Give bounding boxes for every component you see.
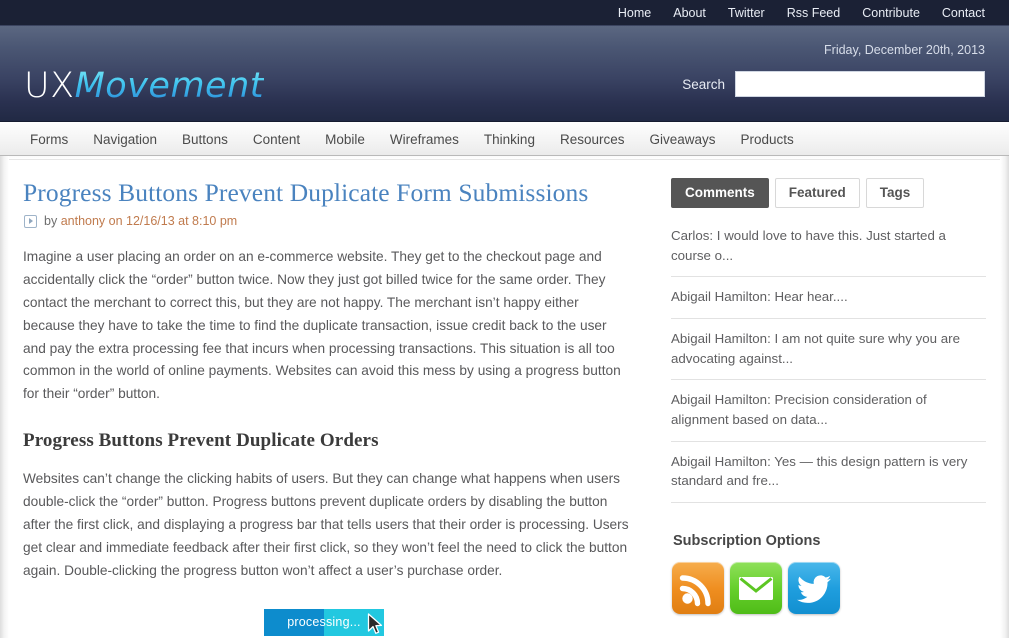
sidebar-tabs: Comments Featured Tags [671,178,986,208]
page-edge-left [0,156,9,638]
nav-divider [0,156,1009,160]
site-logo[interactable]: UXMovement [24,68,264,104]
comment-list: Carlos: I would love to have this. Just … [671,222,986,504]
top-nav-link-contact[interactable]: Contact [942,0,985,26]
catnav-item-products[interactable]: Products [741,132,794,147]
logo-text-ux: UX [24,66,75,106]
catnav-item-giveaways[interactable]: Giveaways [649,132,715,147]
search-input[interactable] [735,71,985,97]
list-item[interactable]: Abigail Hamilton: Yes — this design patt… [671,442,986,504]
subscription-options-title: Subscription Options [673,533,821,550]
byline-text: by anthony on 12/16/13 at 8:10 pm [44,214,237,228]
top-nav-link-about[interactable]: About [673,0,706,26]
top-nav-link-contribute[interactable]: Contribute [862,0,920,26]
category-nav: Forms Navigation Buttons Content Mobile … [0,122,1009,156]
catnav-item-buttons[interactable]: Buttons [182,132,228,147]
page-root: Home About Twitter Rss Feed Contribute C… [0,0,1009,638]
byline-prefix: by [44,214,61,229]
top-nav: Home About Twitter Rss Feed Contribute C… [618,0,985,26]
email-icon[interactable] [730,562,782,615]
byline-author-date: anthony on 12/16/13 at 8:10 pm [60,214,238,229]
list-item[interactable]: Carlos: I would love to have this. Just … [671,222,986,278]
top-nav-link-twitter[interactable]: Twitter [728,0,765,26]
sidebar: Comments Featured Tags Carlos: I would l… [671,178,986,615]
list-item[interactable]: Abigail Hamilton: Precision consideratio… [671,380,986,442]
list-item[interactable]: Abigail Hamilton: Hear hear.... [671,277,986,320]
subscription-icons [672,562,986,615]
article-paragraph-1: Imagine a user placing an order on an e-… [23,249,621,402]
article-column: Progress Buttons Prevent Duplicate Form … [23,178,633,638]
list-item[interactable]: Abigail Hamilton: I am not quite sure wh… [671,319,986,381]
logo-text-movement: Movement [74,66,264,106]
tab-comments[interactable]: Comments [671,178,769,208]
catnav-item-mobile[interactable]: Mobile [325,132,365,147]
twitter-icon[interactable] [788,562,840,615]
progress-button-label: processing... [287,615,361,630]
tab-tags[interactable]: Tags [865,178,925,208]
search-area: Search [682,71,985,97]
rss-icon[interactable] [672,562,724,615]
catnav-item-navigation[interactable]: Navigation [93,132,157,147]
top-nav-link-rss-feed[interactable]: Rss Feed [787,0,841,26]
catnav-item-wireframes[interactable]: Wireframes [390,132,459,147]
page-edge-right [1000,156,1009,638]
category-nav-list: Forms Navigation Buttons Content Mobile … [30,122,794,156]
article-paragraph-2: Websites can’t change the clicking habit… [23,471,629,578]
site-masthead: UXMovement Friday, December 20th, 2013 S… [0,26,1009,122]
byline: by anthony on 12/16/13 at 8:10 pm [24,214,633,228]
tab-featured[interactable]: Featured [774,178,860,208]
progress-button-demo: processing... [23,605,633,638]
article-subheading: Progress Buttons Prevent Duplicate Order… [23,430,379,452]
catnav-item-resources[interactable]: Resources [560,132,625,147]
top-utility-bar: Home About Twitter Rss Feed Contribute C… [0,0,1009,26]
catnav-item-thinking[interactable]: Thinking [484,132,535,147]
page-title[interactable]: Progress Buttons Prevent Duplicate Form … [23,178,633,208]
top-nav-link-home[interactable]: Home [618,0,651,26]
search-label: Search [682,76,725,92]
post-format-video-icon [24,214,37,228]
catnav-item-forms[interactable]: Forms [30,132,68,147]
current-date: Friday, December 20th, 2013 [824,43,985,57]
catnav-item-content[interactable]: Content [253,132,300,147]
progress-button[interactable]: processing... [264,608,384,636]
